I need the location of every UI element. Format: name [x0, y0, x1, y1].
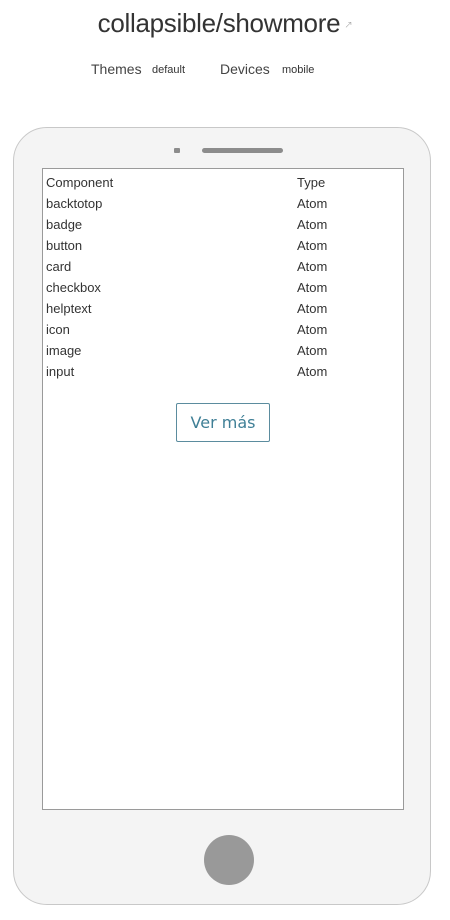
devices-value[interactable]: mobile — [282, 64, 314, 76]
component-type-cell: Atom — [297, 259, 328, 274]
component-type-cell: Atom — [297, 196, 328, 211]
table-header-row: Component Type — [46, 172, 346, 193]
table-row: checkbox Atom — [46, 277, 346, 298]
table-row: input Atom — [46, 361, 346, 382]
component-name-cell: card — [46, 259, 72, 274]
component-type-cell: Atom — [297, 217, 328, 232]
themes-label: Themes — [91, 61, 142, 77]
component-type-cell: Atom — [297, 280, 328, 295]
component-name-cell: helptext — [46, 301, 92, 316]
table-row: card Atom — [46, 256, 346, 277]
page-title-text: collapsible/showmore — [97, 8, 341, 38]
component-name-cell: icon — [46, 322, 70, 337]
table-row: backtotop Atom — [46, 193, 346, 214]
devices-label: Devices — [220, 61, 270, 77]
component-name-cell: checkbox — [46, 280, 101, 295]
table-row: icon Atom — [46, 319, 346, 340]
show-more-button[interactable]: Ver más — [176, 403, 270, 442]
table-row: helptext Atom — [46, 298, 346, 319]
home-button[interactable] — [204, 835, 254, 885]
page-title: collapsible/showmore ↗ — [0, 8, 450, 39]
table-row: image Atom — [46, 340, 346, 361]
speaker-slot — [202, 148, 283, 153]
external-link-icon[interactable]: ↗ — [344, 20, 352, 31]
component-type-cell: Atom — [297, 238, 328, 253]
mobile-device-frame: Component Type backtotop Atom badge Atom… — [13, 127, 431, 905]
device-screen: Component Type backtotop Atom badge Atom… — [42, 168, 404, 810]
component-type-cell: Atom — [297, 301, 328, 316]
table-row: badge Atom — [46, 214, 346, 235]
components-table: Component Type backtotop Atom badge Atom… — [46, 172, 346, 382]
table-row: button Atom — [46, 235, 346, 256]
column-header-type: Type — [297, 175, 326, 190]
component-type-cell: Atom — [297, 322, 328, 337]
themes-value[interactable]: default — [152, 64, 185, 76]
component-name-cell: badge — [46, 217, 83, 232]
component-type-cell: Atom — [297, 343, 328, 358]
component-name-cell: button — [46, 238, 83, 253]
camera-dot — [174, 148, 180, 153]
component-name-cell: image — [46, 343, 82, 358]
component-name-cell: input — [46, 364, 75, 379]
component-type-cell: Atom — [297, 364, 328, 379]
column-header-component: Component — [46, 175, 114, 190]
component-name-cell: backtotop — [46, 196, 103, 211]
